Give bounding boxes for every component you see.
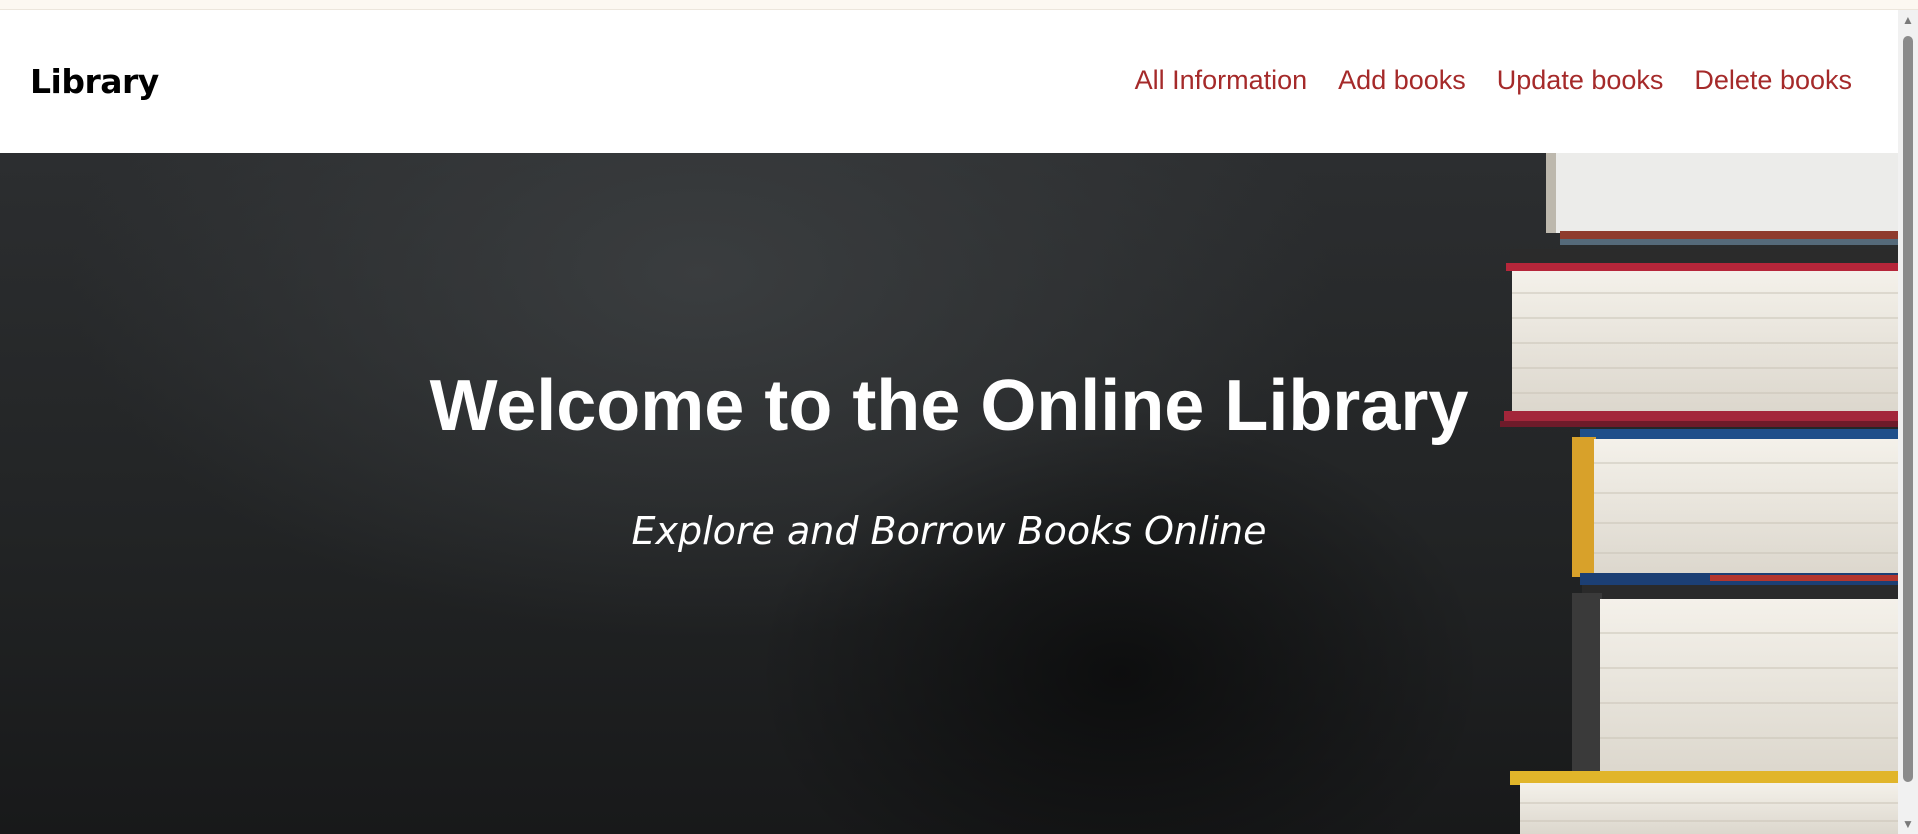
nav-link-delete-books[interactable]: Delete books bbox=[1694, 65, 1852, 96]
hero-subtitle: Explore and Borrow Books Online bbox=[631, 509, 1267, 553]
hero-text: Welcome to the Online Library Explore an… bbox=[0, 153, 1898, 834]
scrollbar-thumb[interactable] bbox=[1903, 36, 1913, 782]
hero-title: Welcome to the Online Library bbox=[429, 366, 1469, 446]
page-scrollbar[interactable]: ▲ ▼ bbox=[1898, 10, 1918, 834]
nav-link-update-books[interactable]: Update books bbox=[1497, 65, 1664, 96]
page: Library All Information Add books Update… bbox=[0, 0, 1918, 834]
hero-banner: Welcome to the Online Library Explore an… bbox=[0, 153, 1898, 834]
browser-top-strip bbox=[0, 0, 1918, 10]
scroll-down-arrow-icon[interactable]: ▼ bbox=[1898, 814, 1918, 834]
navbar: Library All Information Add books Update… bbox=[0, 10, 1898, 153]
scroll-up-arrow-icon[interactable]: ▲ bbox=[1898, 10, 1918, 30]
nav-links: All Information Add books Update books D… bbox=[1135, 65, 1852, 96]
nav-link-add-books[interactable]: Add books bbox=[1338, 65, 1466, 96]
brand-logo[interactable]: Library bbox=[30, 62, 159, 101]
nav-link-all-information[interactable]: All Information bbox=[1135, 65, 1308, 96]
